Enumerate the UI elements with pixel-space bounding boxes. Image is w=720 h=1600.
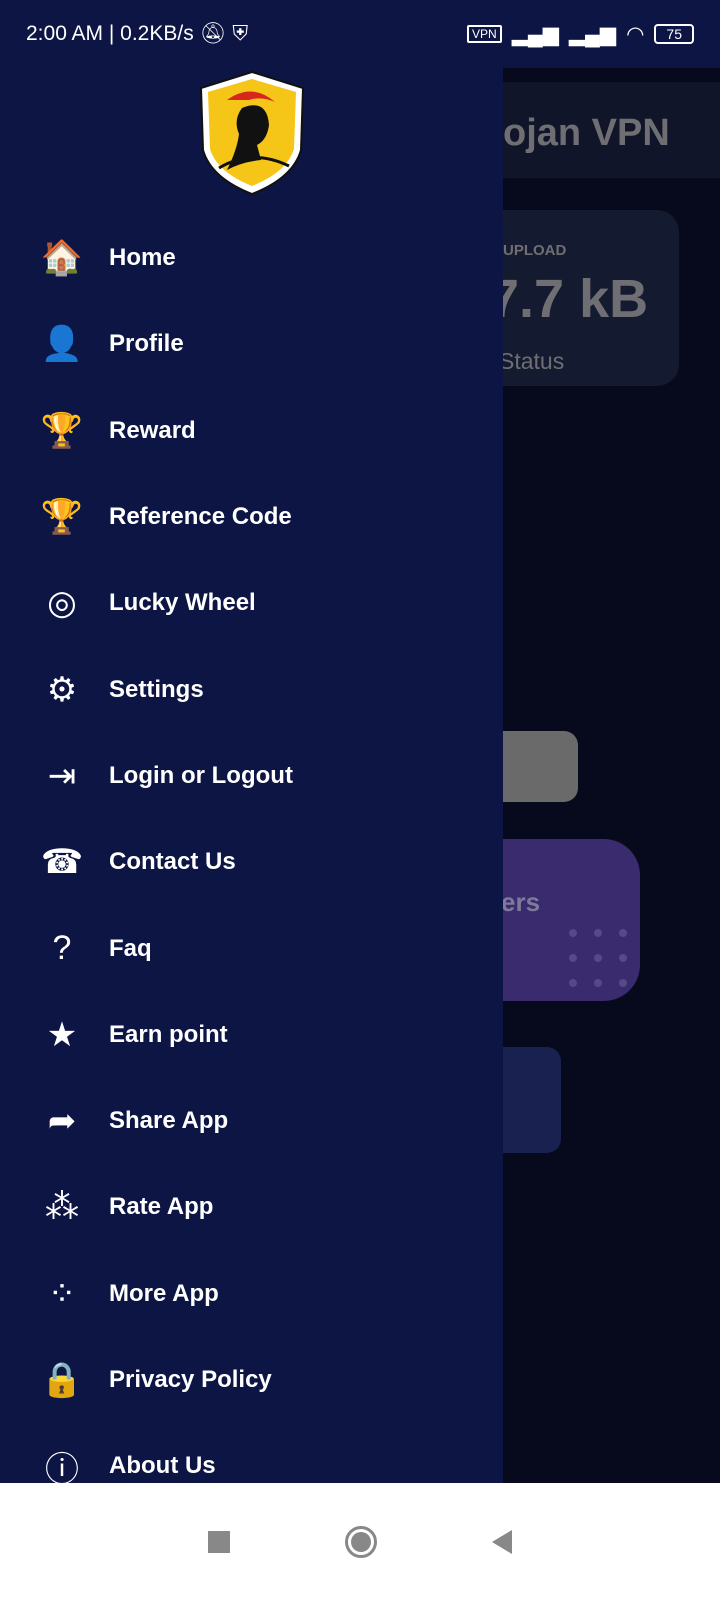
wheel-icon: ◎	[47, 584, 77, 623]
drawer-item-profile[interactable]: 👤 Profile	[0, 301, 503, 387]
recents-button[interactable]	[207, 1530, 230, 1553]
drawer-item-settings[interactable]: ⚙ Settings	[0, 646, 503, 732]
drawer-item-label: Contact Us	[109, 848, 236, 876]
drawer-item-label: Reference Code	[109, 503, 292, 531]
trophy-icon: 🏆	[40, 498, 84, 537]
navigation-drawer: 🏠 Home 👤 Profile 🏆 Reward 🏆 Reference Code ◎ Luck…	[0, 0, 503, 1483]
signal-icon: ▂▄▆	[511, 22, 559, 46]
vpn-icon: VPN	[467, 25, 502, 43]
drawer-item-login-or-logout[interactable]: ⇥ Login or Logout	[0, 733, 503, 819]
app-title: ojan VPN	[503, 82, 720, 178]
status-label: Status	[503, 348, 565, 374]
support-agent-icon: ☎	[40, 843, 84, 882]
user-icon: 👤	[40, 325, 84, 364]
drawer-item-home[interactable]: 🏠 Home	[0, 215, 503, 301]
system-nav-bar	[0, 1483, 720, 1600]
connect-button	[503, 731, 578, 802]
drawer-item-lucky-wheel[interactable]: ◎ Lucky Wheel	[0, 560, 503, 646]
drawer-item-label: Share App	[109, 1107, 229, 1135]
home-button[interactable]	[344, 1525, 377, 1558]
drawer-item-label: Faq	[109, 934, 152, 962]
trophy-icon: 🏆	[40, 411, 84, 450]
battery-icon: 75	[654, 24, 694, 44]
drawer-item-label: Profile	[109, 330, 184, 358]
drawer-item-about-us[interactable]: ⓘ About Us	[0, 1423, 503, 1483]
more-dots-icon: ⁘	[47, 1274, 77, 1313]
drawer-menu: 🏠 Home 👤 Profile 🏆 Reward 🏆 Reference Code ◎ Luck…	[0, 215, 503, 1483]
drawer-item-contact-us[interactable]: ☎ Contact Us	[0, 819, 503, 905]
privacy-doc-icon: 🔒	[40, 1361, 84, 1399]
signal-icon: ▂▄▆	[568, 22, 617, 46]
drawer-item-privacy-policy[interactable]: 🔒 Privacy Policy	[0, 1337, 503, 1423]
drawer-item-label: Reward	[109, 416, 196, 444]
app-logo	[199, 70, 305, 196]
wifi-icon: ◠	[626, 22, 645, 46]
drawer-item-reward[interactable]: 🏆 Reward	[0, 388, 503, 474]
status-time: 2:00 AM | 0.2KB/s	[26, 22, 194, 45]
gear-icon: ⚙	[46, 670, 78, 709]
login-door-icon: ⇥	[47, 756, 77, 795]
home-icon: 🏠	[40, 239, 84, 278]
drawer-item-label: Earn point	[109, 1020, 228, 1048]
drawer-item-share-app[interactable]: ➦ Share App	[0, 1078, 503, 1164]
drawer-item-faq[interactable]: ? Faq	[0, 905, 503, 991]
drawer-item-label: Privacy Policy	[109, 1366, 272, 1393]
shield-icon: ⛨	[232, 22, 249, 45]
drawer-item-earn-point[interactable]: ★ Earn point	[0, 992, 503, 1078]
back-button[interactable]	[492, 1529, 513, 1554]
drawer-item-label: Login or Logout	[109, 761, 293, 789]
rate-stars-icon: ⁂	[45, 1188, 79, 1227]
drawer-item-label: Settings	[109, 675, 204, 703]
drawer-item-rate-app[interactable]: ⁂ Rate App	[0, 1164, 503, 1250]
about-doc-icon: ⓘ	[45, 1450, 79, 1483]
drawer-item-label: Home	[109, 244, 176, 272]
status-bar: 2:00 AM | 0.2KB/s 🔕︎ ⛨ VPN ▂▄▆ ▂▄▆ ◠ 75	[0, 0, 720, 68]
mute-icon: 🔕︎	[199, 22, 227, 45]
servers-card: ers	[503, 839, 640, 1001]
dots-decoration	[569, 929, 627, 987]
share-arrow-icon: ➦	[47, 1102, 77, 1141]
upload-value: 7.7 kB	[503, 269, 649, 329]
servers-label: ers	[503, 887, 541, 917]
drawer-item-label: More App	[109, 1279, 219, 1307]
bottom-card	[503, 1047, 561, 1153]
upload-label: UPLOAD	[503, 242, 567, 259]
drawer-item-reference-code[interactable]: 🏆 Reference Code	[0, 474, 503, 560]
drawer-item-more-app[interactable]: ⁘ More App	[0, 1251, 503, 1337]
upload-card: UPLOAD 7.7 kB Status	[503, 210, 679, 386]
drawer-item-label: About Us	[109, 1452, 216, 1480]
drawer-item-label: Lucky Wheel	[109, 589, 256, 617]
question-chat-icon: ?	[52, 929, 72, 968]
star-card-icon: ★	[46, 1015, 78, 1054]
drawer-item-label: Rate App	[109, 1193, 214, 1221]
